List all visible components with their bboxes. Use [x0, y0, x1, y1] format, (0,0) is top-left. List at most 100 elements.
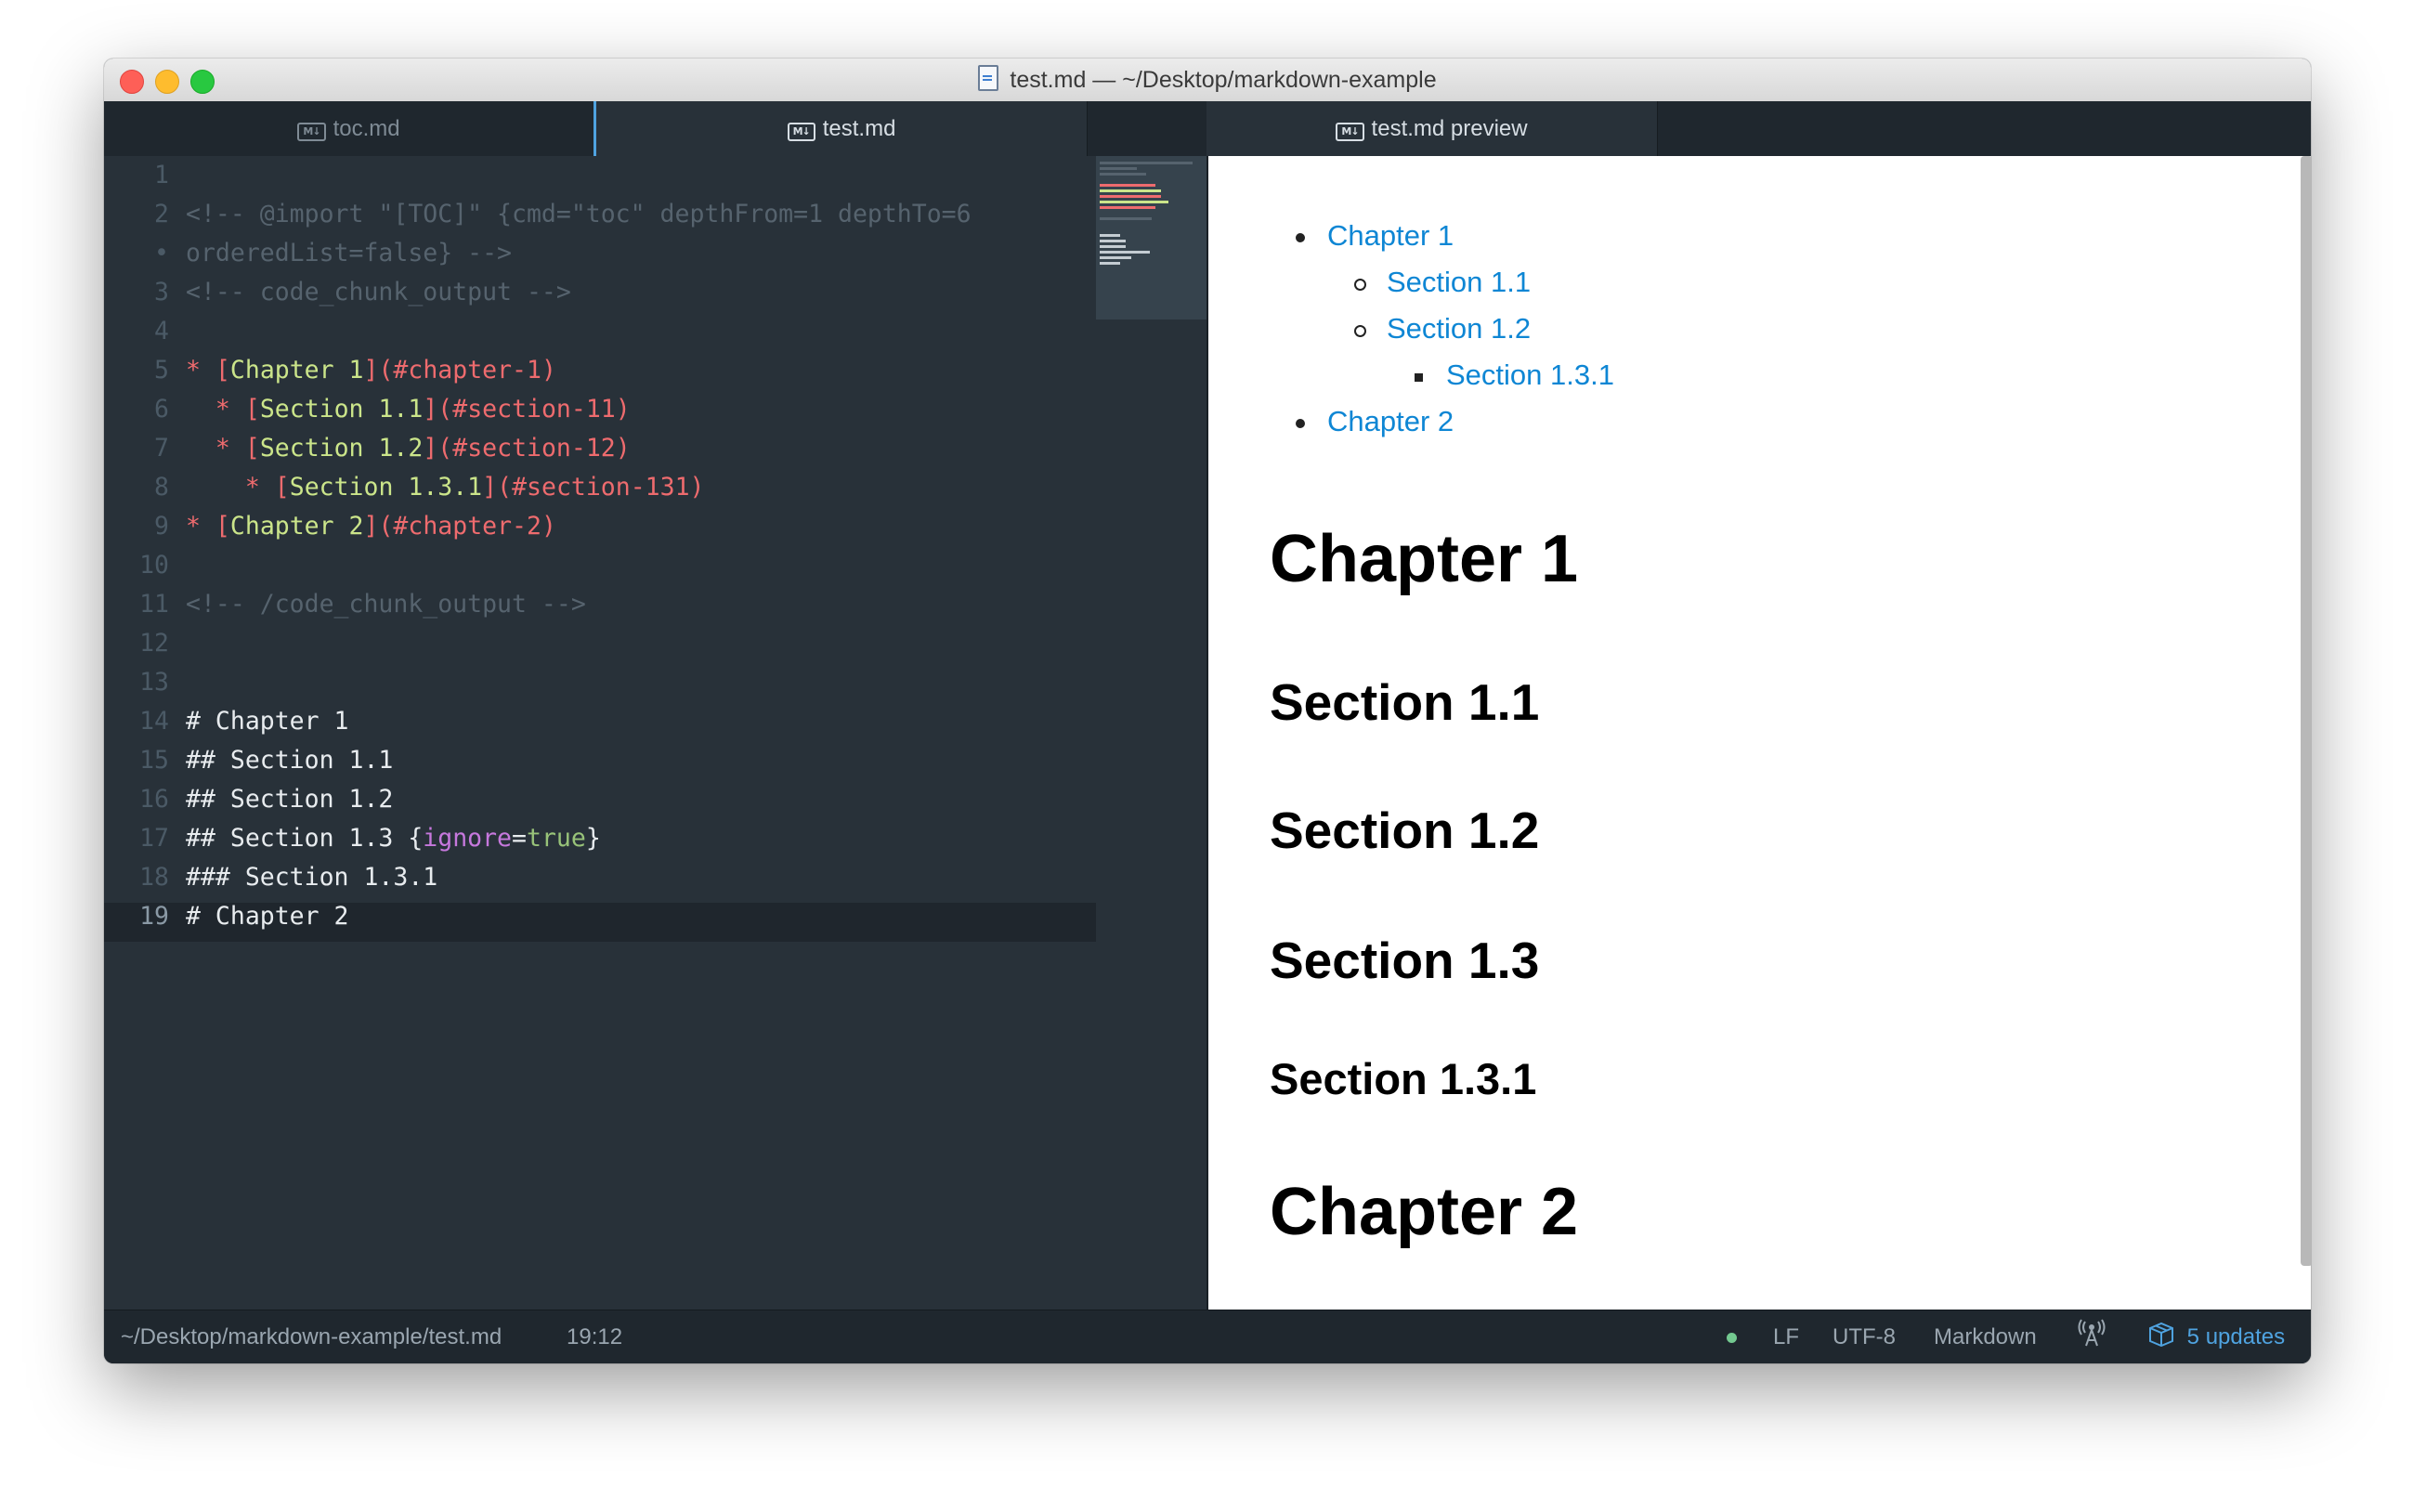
code-line[interactable]: <!-- /code_chunk_output --> [186, 585, 1115, 624]
minimap-line [1100, 251, 1150, 254]
heading-section-1-3-1: Section 1.3.1 [1270, 1054, 1537, 1103]
code-text: } [585, 824, 601, 853]
package-icon [2149, 1322, 2173, 1347]
code-area[interactable]: <!-- @import "[TOC]" {cmd="toc" depthFro… [186, 156, 1115, 936]
minimap-line [1100, 206, 1155, 209]
title-bar: test.md — ~/Desktop/markdown-example [104, 59, 2311, 102]
toc-link-section-1-3-1[interactable]: Section 1.3.1 [1446, 358, 1614, 392]
line-number-gutter[interactable]: 1 2 • 3 4 5 6 7 8 9 10 11 12 13 14 15 16… [104, 156, 169, 936]
code-line[interactable] [186, 546, 1115, 585]
line-number: 11 [139, 590, 169, 619]
minimap-line [1100, 217, 1152, 220]
link-bracket: [ [215, 356, 230, 385]
tab-test-md[interactable]: M↓ test.md [593, 101, 1088, 156]
line-number: 18 [139, 863, 169, 892]
code-line[interactable]: <!-- code_chunk_output --> [186, 273, 1115, 312]
toc-link-section-1-2[interactable]: Section 1.2 [1387, 312, 1531, 345]
line-number-current: 19 [139, 902, 169, 931]
git-status-dot-icon[interactable] [1727, 1333, 1737, 1343]
code-line[interactable] [186, 312, 1115, 351]
window-title: test.md — ~/Desktop/markdown-example [104, 59, 2311, 101]
updates-label: 5 updates [2186, 1324, 2286, 1349]
status-encoding[interactable]: UTF-8 [1833, 1310, 1896, 1363]
code-line[interactable]: orderedList=false} --> [186, 234, 1115, 273]
minimap[interactable] [1096, 156, 1206, 319]
code-heading: # Chapter 1 [186, 707, 349, 736]
updates-button[interactable]: 5 updates [2147, 1310, 2285, 1363]
minimap-line [1100, 201, 1168, 203]
list-bullet-disc [1296, 419, 1305, 428]
code-line[interactable]: * [Chapter 2](#chapter-2) [186, 507, 1115, 546]
link-bracket: ] [482, 473, 498, 502]
code-heading: ### Section 1.3.1 [186, 863, 438, 892]
code-comment: orderedList=false} --> [186, 239, 512, 267]
markdown-preview-pane[interactable]: Chapter 1 Section 1.1 Section 1.2 Sectio… [1206, 156, 2311, 1310]
editor-pane[interactable]: 1 2 • 3 4 5 6 7 8 9 10 11 12 13 14 15 16… [104, 156, 1206, 1310]
tab-label: test.md preview [1371, 116, 1528, 141]
attribute-value: true [526, 824, 586, 853]
tab-test-md-preview[interactable]: M↓ test.md preview [1206, 101, 1658, 156]
link-bracket: ] [423, 395, 438, 424]
link-text: Section 1.3.1 [289, 473, 483, 502]
line-number: 5 [154, 356, 169, 385]
link-text: Section 1.1 [259, 395, 424, 424]
link-url: (#section-11) [437, 395, 631, 424]
line-number: 13 [139, 668, 169, 697]
line-number: 12 [139, 629, 169, 658]
code-line[interactable] [186, 156, 1115, 195]
list-marker: * [186, 356, 201, 385]
code-line[interactable]: * [Chapter 1](#chapter-1) [186, 351, 1115, 390]
link-bracket: [ [244, 395, 260, 424]
status-file-path[interactable]: ~/Desktop/markdown-example/test.md [121, 1310, 502, 1363]
status-line-ending[interactable]: LF [1773, 1310, 1799, 1363]
heading-chapter-2: Chapter 2 [1270, 1175, 1579, 1249]
minimap-line [1100, 256, 1131, 259]
link-text: Chapter 2 [229, 512, 364, 541]
toc-link-section-1-1[interactable]: Section 1.1 [1387, 266, 1531, 299]
status-grammar[interactable]: Markdown [1934, 1310, 2037, 1363]
minimap-line [1100, 195, 1161, 198]
code-line[interactable]: * [Section 1.3.1](#section-131) [186, 468, 1115, 507]
code-line[interactable]: * [Section 1.1](#section-11) [186, 390, 1115, 429]
code-line[interactable]: ### Section 1.3.1 [186, 858, 1115, 897]
attribute-equals: = [512, 824, 527, 853]
code-line[interactable] [186, 663, 1115, 702]
toc-link-chapter-1[interactable]: Chapter 1 [1327, 219, 1454, 253]
link-text: Section 1.2 [259, 434, 424, 463]
code-line[interactable]: ## Section 1.2 [186, 780, 1115, 819]
heading-section-1-3: Section 1.3 [1270, 932, 1540, 989]
link-bracket: [ [274, 473, 290, 502]
code-line[interactable]: ## Section 1.3 {ignore=true} [186, 819, 1115, 858]
line-number: 17 [139, 824, 169, 853]
code-line-current[interactable]: # Chapter 2 [186, 897, 1115, 936]
link-url: (#section-131) [497, 473, 705, 502]
list-marker: * [244, 473, 260, 502]
list-marker: * [186, 512, 201, 541]
code-line[interactable] [186, 624, 1115, 663]
code-line[interactable]: * [Section 1.2](#section-12) [186, 429, 1115, 468]
line-number: 9 [154, 512, 169, 541]
code-heading: ## Section 1.2 [186, 785, 394, 814]
link-bracket: [ [215, 512, 230, 541]
tab-label: toc.md [333, 116, 400, 141]
preview-scrollbar[interactable] [2301, 156, 2311, 1266]
broadcast-icon[interactable] [2077, 1310, 2106, 1363]
line-number: 10 [139, 551, 169, 580]
code-comment: <!-- code_chunk_output --> [186, 278, 571, 306]
markdown-icon: M↓ [787, 123, 815, 141]
toc-link-chapter-2[interactable]: Chapter 2 [1327, 405, 1454, 438]
line-number: 1 [154, 161, 169, 189]
list-marker: * [215, 395, 230, 424]
status-cursor-position[interactable]: 19:12 [567, 1310, 622, 1363]
link-bracket: [ [244, 434, 260, 463]
line-number: 7 [154, 434, 169, 463]
code-line[interactable]: ## Section 1.1 [186, 741, 1115, 780]
code-line[interactable]: # Chapter 1 [186, 702, 1115, 741]
tab-toc-md[interactable]: M↓ toc.md [104, 101, 594, 156]
minimap-line [1100, 262, 1120, 265]
code-line[interactable]: <!-- @import "[TOC]" {cmd="toc" depthFro… [186, 195, 1115, 234]
link-bracket: ] [423, 434, 438, 463]
